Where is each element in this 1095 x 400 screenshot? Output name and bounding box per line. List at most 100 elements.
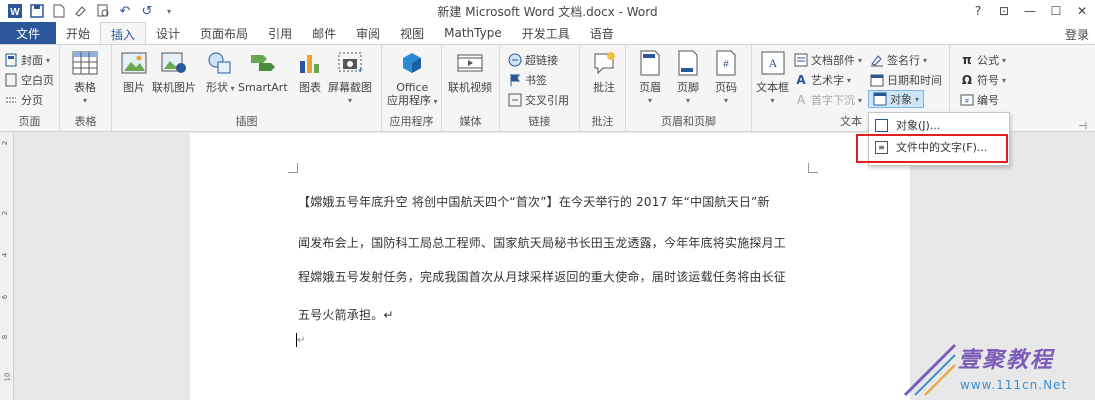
group-illustrations: 图片 联机图片 形状 ▾ SmartArt 图表 + 屏幕截图 ▾ 插图 <box>112 45 382 131</box>
signature-line-button[interactable]: 签名行 ▾ <box>870 51 927 69</box>
group-label-apps: 应用程序 <box>389 115 434 128</box>
shapes-button[interactable]: 形状 ▾ <box>206 49 235 95</box>
ruler-number: 2 <box>1 140 10 146</box>
picture-button[interactable]: 图片 <box>120 49 148 94</box>
tab-mailings[interactable]: 邮件 <box>302 22 346 44</box>
screenshot-icon: + <box>336 49 364 77</box>
cover-page-button[interactable]: 封面 ▾ <box>4 51 50 69</box>
minimize-button[interactable]: — <box>1017 0 1043 22</box>
margin-corner-left <box>288 163 298 173</box>
hyperlink-button[interactable]: 超链接 <box>508 51 558 69</box>
format-painter-icon[interactable] <box>72 2 90 20</box>
header-button[interactable]: 页眉 ▾ <box>636 49 664 107</box>
watermark-url: www.111cn.Net <box>960 378 1068 392</box>
group-label-illustrations: 插图 <box>235 115 258 128</box>
page-break-icon <box>4 93 18 107</box>
formula-button[interactable]: π 公式 ▾ <box>960 51 1006 69</box>
close-button[interactable]: ✕ <box>1069 0 1095 22</box>
group-label-comments: 批注 <box>591 115 614 128</box>
office-apps-button[interactable]: Office 应用程序 ▾ <box>387 49 438 108</box>
datetime-button[interactable]: 日期和时间 <box>870 71 942 89</box>
customize-qat-icon[interactable]: ▾ <box>160 2 178 20</box>
chart-icon <box>296 49 324 77</box>
page-number-button[interactable]: # 页码 ▾ <box>712 49 740 107</box>
redo-icon[interactable]: ↺ <box>138 2 156 20</box>
word-app-icon[interactable]: W <box>6 2 24 20</box>
tab-home[interactable]: 开始 <box>56 22 100 44</box>
highlight-box <box>856 134 1008 163</box>
save-icon[interactable] <box>28 2 46 20</box>
calendar-icon <box>870 73 884 87</box>
online-video-button[interactable]: 联机视频 <box>448 49 492 94</box>
sign-in-link[interactable]: 登录 <box>1065 26 1089 43</box>
help-button[interactable]: ? <box>965 0 991 22</box>
tab-speech[interactable]: 语音 <box>580 22 624 44</box>
smartart-icon <box>249 49 277 77</box>
blank-page-button[interactable]: 空白页 <box>4 71 54 89</box>
pin-ribbon-icon[interactable]: ⊣ <box>1078 121 1087 132</box>
tab-page-layout[interactable]: 页面布局 <box>190 22 258 44</box>
chart-button[interactable]: 图表 <box>296 49 324 94</box>
svg-text:#: # <box>965 98 969 105</box>
object-dropdown-button[interactable]: 对象 ▾ <box>868 90 925 108</box>
shapes-icon <box>206 49 234 77</box>
watermark-brand: 壹聚教程 <box>958 348 1055 373</box>
tab-view[interactable]: 视图 <box>390 22 434 44</box>
paragraph-mark: ↵ <box>297 335 306 346</box>
quick-parts-button[interactable]: 文档部件 ▾ <box>794 51 862 69</box>
footer-button[interactable]: 页脚 ▾ <box>674 49 702 107</box>
bookmark-icon <box>508 73 522 87</box>
tab-developer[interactable]: 开发工具 <box>512 22 580 44</box>
tab-design[interactable]: 设计 <box>146 22 190 44</box>
comment-button[interactable]: 批注 <box>590 49 618 94</box>
tab-references[interactable]: 引用 <box>258 22 302 44</box>
print-preview-icon[interactable] <box>94 2 112 20</box>
smartart-button[interactable]: SmartArt <box>238 49 288 94</box>
symbol-button[interactable]: Ω 符号 ▾ <box>960 71 1006 89</box>
new-doc-icon[interactable] <box>50 2 68 20</box>
group-label-media: 媒体 <box>459 115 482 128</box>
wordart-icon: A <box>796 73 806 87</box>
tab-insert[interactable]: 插入 <box>100 22 147 45</box>
ruler-number: 4 <box>1 252 10 258</box>
number-icon: # <box>960 93 974 107</box>
ruler-number: 8 <box>1 334 10 340</box>
wordart-button[interactable]: A 艺术字 ▾ <box>794 71 851 89</box>
dropcap-button[interactable]: A 首字下沉 ▾ <box>794 91 862 109</box>
quick-access-toolbar: W ↶ ↺ ▾ <box>0 0 178 22</box>
group-header-footer: 页眉 ▾ 页脚 ▾ # 页码 ▾ 页眉和页脚 <box>626 45 752 131</box>
document-line: 闻发布会上，国防科工局总工程师、国家航天局秘书长田玉龙透露，今年年底将实施探月工 <box>298 236 787 250</box>
tab-mathtype[interactable]: MathType <box>434 22 512 44</box>
group-apps: Office 应用程序 ▾ 应用程序 <box>382 45 442 131</box>
svg-text:W: W <box>10 7 20 18</box>
group-pages: 封面 ▾ 空白页 分页 页面 <box>0 45 60 131</box>
number-button[interactable]: # 编号 <box>960 91 999 109</box>
pi-icon: π <box>962 53 972 67</box>
group-label-tables: 表格 <box>74 115 97 128</box>
maximize-button[interactable]: ☐ <box>1043 0 1069 22</box>
screenshot-button[interactable]: + 屏幕截图 ▾ <box>328 49 372 107</box>
svg-text:A: A <box>768 56 777 70</box>
document-page[interactable]: 【嫦娥五号年底升空 将创中国航天四个“首次”】在今天举行的 2017 年“中国航… <box>190 133 910 400</box>
textbox-button[interactable]: A 文本框 ▾ <box>756 49 789 107</box>
online-picture-button[interactable]: 联机图片 <box>152 49 196 94</box>
group-tables: 表格 ▾ 表格 <box>60 45 112 131</box>
tab-review[interactable]: 审阅 <box>346 22 390 44</box>
cross-reference-button[interactable]: 交叉引用 <box>508 91 569 109</box>
group-label-pages: 页面 <box>18 115 41 128</box>
bookmark-button[interactable]: 书签 <box>508 71 547 89</box>
ribbon-display-button[interactable]: ⊡ <box>991 0 1017 22</box>
ruler-number: 2 <box>1 210 10 216</box>
svg-text:+: + <box>358 65 363 75</box>
tab-file[interactable]: 文件 <box>0 22 56 44</box>
page-break-button[interactable]: 分页 <box>4 91 43 109</box>
group-comments: 批注 批注 <box>580 45 626 131</box>
picture-icon <box>120 49 148 77</box>
undo-icon[interactable]: ↶ <box>116 2 134 20</box>
svg-text:#: # <box>723 59 729 70</box>
group-links: 超链接 书签 交叉引用 链接 <box>500 45 580 131</box>
online-picture-icon <box>160 49 188 77</box>
table-button[interactable]: 表格 ▾ <box>71 49 99 107</box>
menu-item-object[interactable]: 对象(J)... <box>875 116 940 134</box>
textbox-icon: A <box>759 49 787 77</box>
